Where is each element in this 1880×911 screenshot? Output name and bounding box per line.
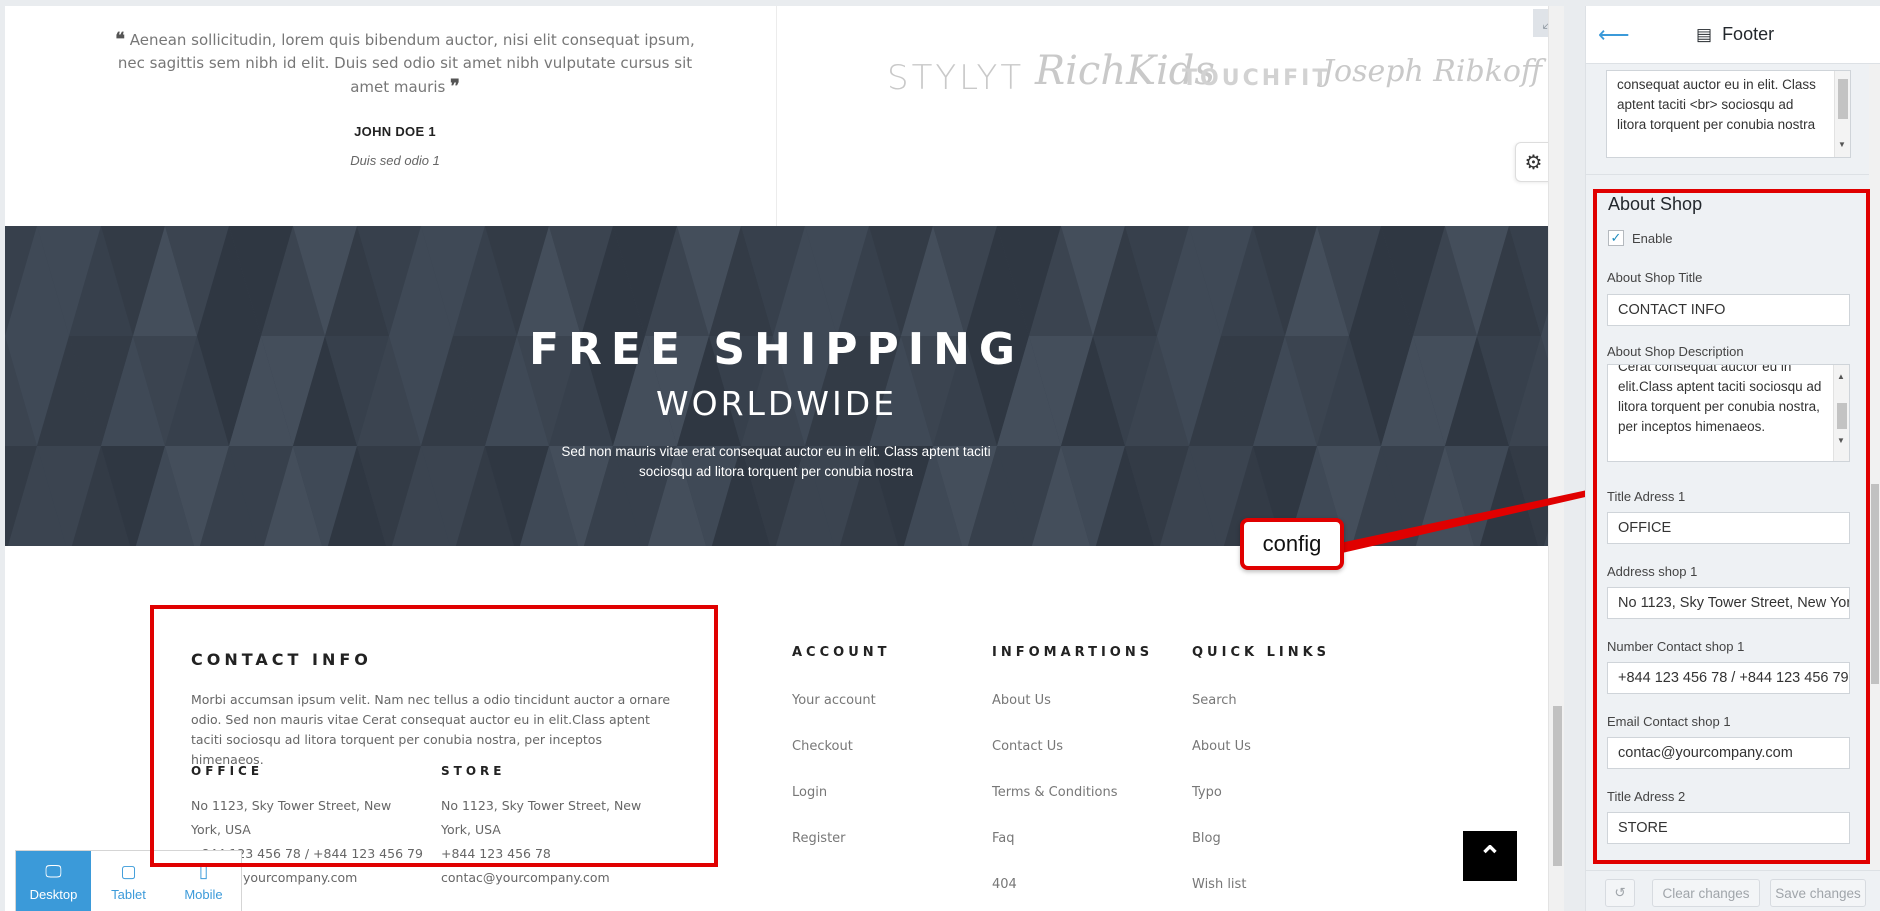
sidebar-title: ▤ Footer — [1696, 24, 1774, 45]
account-heading: ACCOUNT — [792, 645, 891, 660]
back-arrow-icon[interactable]: ⟵ — [1598, 22, 1630, 48]
footer-link-terms[interactable]: Terms & Conditions — [992, 785, 1118, 800]
copyright-textarea-text: consequat auctor eu in elit. Class apten… — [1617, 77, 1816, 132]
banner-description: Sed non mauris vitae erat consequat auct… — [561, 444, 991, 479]
footer-link-checkout[interactable]: Checkout — [792, 739, 853, 754]
testimonial-quote-text: Aenean sollicitudin, lorem quis bibendum… — [117, 31, 695, 96]
banner-subtitle: WORLDWIDE — [656, 384, 897, 423]
testimonial-quote: ❝ Aenean sollicitudin, lorem quis bibend… — [105, 28, 705, 99]
testimonial-author: JOHN DOE 1 — [354, 124, 436, 139]
mobile-label: Mobile — [184, 886, 223, 902]
clear-changes-button[interactable]: Clear changes — [1652, 879, 1760, 907]
scroll-to-top-button[interactable]: ⌃ — [1463, 831, 1517, 881]
testimonial-role: Duis sed odio 1 — [350, 153, 440, 168]
footer-link-wish-list[interactable]: Wish list — [1192, 877, 1246, 892]
textarea-scroll-thumb[interactable] — [1838, 79, 1848, 119]
undo-icon[interactable]: ↺ — [1605, 879, 1635, 907]
annotation-arrow — [1340, 481, 1612, 553]
sidebar-header: ⟵ ▤ Footer — [1586, 6, 1880, 64]
footer-link-404[interactable]: 404 — [992, 877, 1017, 892]
brand-logo-stylyt[interactable]: STYLYT — [887, 58, 1024, 98]
brand-logo-joseph-ribkoff[interactable]: Joseph Ribkoff — [1322, 54, 1542, 89]
office-email[interactable]: yourcompany.com — [243, 866, 443, 890]
footer-link-register[interactable]: Register — [792, 831, 846, 846]
footer-link-search[interactable]: Search — [1192, 693, 1237, 708]
close-quote-icon: ❞ — [450, 76, 460, 97]
footer-link-about-us[interactable]: About Us — [992, 693, 1051, 708]
shipping-banner: FREE SHIPPING WORLDWIDE Sed non mauris v… — [5, 226, 1548, 546]
save-changes-button[interactable]: Save changes — [1770, 879, 1866, 907]
tablet-label: Tablet — [111, 886, 146, 902]
footer-link-contact-us[interactable]: Contact Us — [992, 739, 1063, 754]
sidebar-scrollbar-thumb[interactable] — [1871, 484, 1879, 684]
contact-info-highlight-box — [150, 605, 718, 867]
desktop-view-button[interactable]: 🖵 Desktop — [16, 851, 91, 911]
footer-link-your-account[interactable]: Your account — [792, 693, 876, 708]
infomartions-heading: INFOMARTIONS — [992, 645, 1154, 660]
copyright-textarea[interactable]: consequat auctor eu in elit. Class apten… — [1606, 70, 1851, 158]
footer-link-typo[interactable]: Typo — [1192, 785, 1222, 800]
customizer-sidebar: ⟵ ▤ Footer consequat auctor eu in elit. … — [1585, 6, 1880, 911]
brand-logo-touchfit[interactable]: TOUCHFIT — [1182, 66, 1330, 91]
sidebar-footer: ↺ Clear changes Save changes — [1586, 870, 1880, 911]
textarea-scroll-down-icon[interactable]: ▼ — [1838, 135, 1846, 155]
footer-link-login[interactable]: Login — [792, 785, 827, 800]
about-shop-highlight-box — [1593, 189, 1870, 864]
desktop-label: Desktop — [29, 886, 78, 902]
brand-logos: STYLYT RichKids TOUCHFIT Joseph Ribkoff — [777, 6, 1548, 226]
textarea-scrollbar[interactable]: ▼ — [1834, 71, 1850, 157]
testimonial-block: ❝ Aenean sollicitudin, lorem quis bibend… — [5, 6, 777, 226]
footer-layout-icon: ▤ — [1696, 24, 1713, 44]
quick-links-heading: QUICK LINKS — [1192, 645, 1331, 660]
tablet-icon: ▢ — [120, 861, 137, 881]
footer-link-blog[interactable]: Blog — [1192, 831, 1221, 846]
customize-tools-icon[interactable]: ⚙ — [1515, 142, 1548, 182]
config-callout: config — [1240, 518, 1344, 570]
open-quote-icon: ❝ — [115, 29, 125, 50]
preview-scrollbar[interactable] — [1548, 6, 1564, 911]
section-divider — [1586, 174, 1869, 175]
footer-link-faq[interactable]: Faq — [992, 831, 1015, 846]
preview-scrollbar-thumb[interactable] — [1553, 706, 1562, 866]
desktop-icon: 🖵 — [45, 861, 62, 881]
store-email[interactable]: contac@yourcompany.com — [441, 866, 641, 890]
footer-link-about-us-2[interactable]: About Us — [1192, 739, 1251, 754]
sidebar-scrollbar[interactable] — [1869, 64, 1880, 870]
sidebar-title-text: Footer — [1722, 24, 1775, 44]
banner-title: FREE SHIPPING — [528, 324, 1025, 375]
